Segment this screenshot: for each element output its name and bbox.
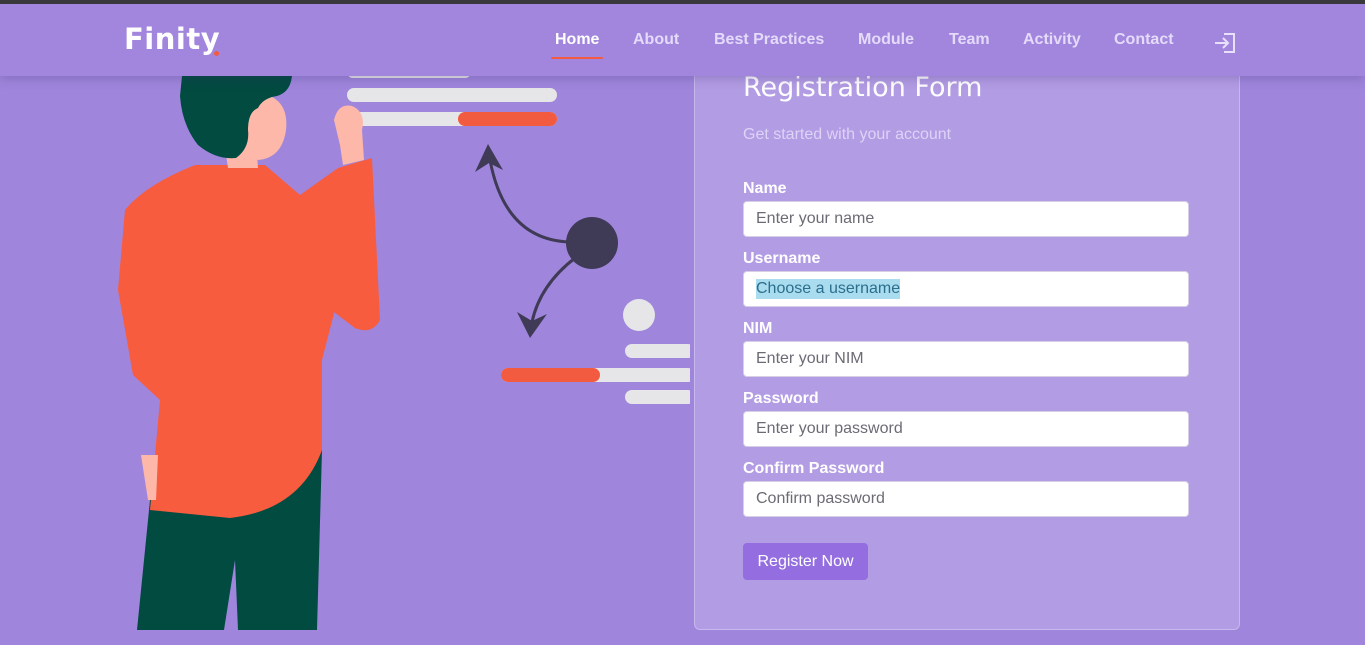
password-input[interactable] <box>743 411 1189 447</box>
top-navbar: Finity Home About Best Practices Module … <box>0 4 1365 76</box>
name-input[interactable] <box>743 201 1189 237</box>
nav-activity[interactable]: Activity <box>1023 31 1081 49</box>
illustration-line <box>625 390 690 404</box>
illustration-progress <box>501 368 600 382</box>
nav-about[interactable]: About <box>633 31 679 49</box>
brand-logo-dot <box>214 51 219 56</box>
login-icon[interactable] <box>1212 29 1240 57</box>
nav-best-practices[interactable]: Best Practices <box>714 31 824 49</box>
username-field[interactable]: Choose a username <box>743 271 1189 307</box>
hero-illustration <box>118 66 690 630</box>
username-label: Username <box>743 250 821 267</box>
nav-active-underline <box>551 57 603 59</box>
illustration-line <box>347 88 557 102</box>
register-now-button[interactable]: Register Now <box>743 543 868 580</box>
confirm-password-input[interactable] <box>743 481 1189 517</box>
password-label: Password <box>743 390 819 407</box>
nim-label: NIM <box>743 320 773 337</box>
illustration-line <box>625 344 690 358</box>
username-input[interactable] <box>743 271 1189 307</box>
confirm-password-label: Confirm Password <box>743 460 885 477</box>
nav-contact[interactable]: Contact <box>1114 31 1174 49</box>
form-title: Registration Form <box>743 72 983 103</box>
brand-logo[interactable]: Finity <box>124 22 220 56</box>
nim-input[interactable] <box>743 341 1189 377</box>
name-label: Name <box>743 180 787 197</box>
form-subtitle: Get started with your account <box>743 126 952 143</box>
illustration-node <box>566 217 618 269</box>
nav-team[interactable]: Team <box>949 31 990 49</box>
nav-home[interactable]: Home <box>555 31 599 49</box>
illustration-dot <box>623 299 655 331</box>
illustration-progress <box>458 112 557 126</box>
nav-module[interactable]: Module <box>858 31 914 49</box>
